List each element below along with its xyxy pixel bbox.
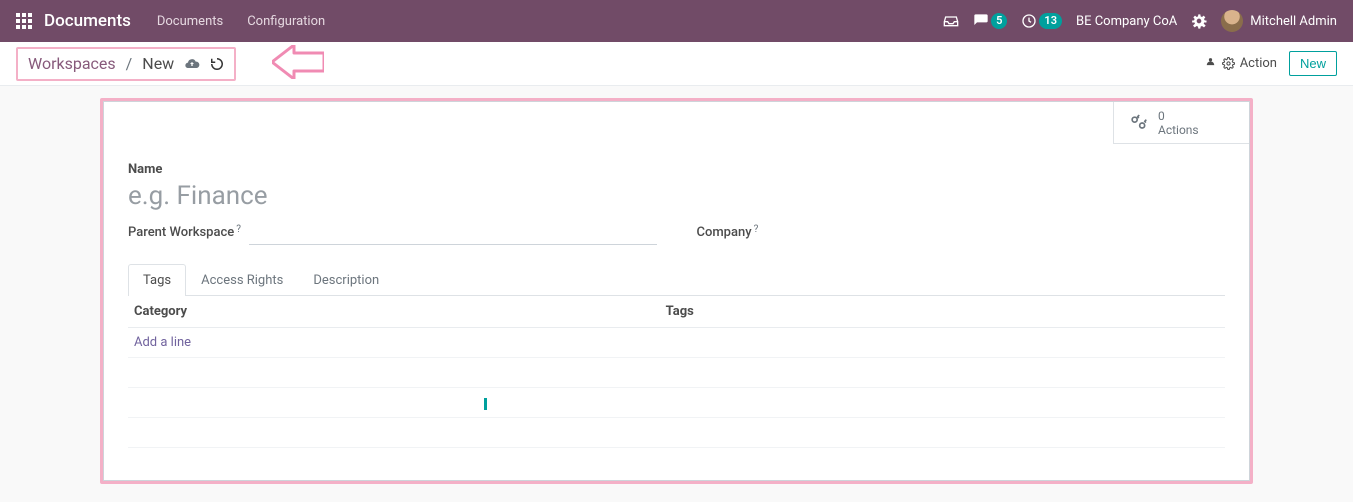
company-name[interactable]: BE Company CoA — [1076, 14, 1177, 29]
action-dropdown[interactable]: Action — [1204, 56, 1277, 71]
activities-badge: 13 — [1039, 13, 1062, 29]
add-line-link[interactable]: Add a line — [134, 335, 191, 350]
table-row — [128, 448, 1225, 478]
discard-icon[interactable] — [210, 57, 224, 71]
messages-icon[interactable]: 5 — [973, 13, 1007, 29]
tabs: Tags Access Rights Description — [128, 263, 1225, 296]
user-name: Mitchell Admin — [1250, 14, 1337, 29]
user-menu[interactable]: Mitchell Admin — [1221, 10, 1337, 32]
avatar — [1221, 10, 1243, 32]
nav-item-documents[interactable]: Documents — [157, 14, 223, 29]
action-label: Action — [1240, 56, 1277, 71]
stat-count: 0 — [1158, 109, 1199, 123]
stat-label: Actions — [1158, 123, 1199, 137]
tab-description[interactable]: Description — [298, 264, 394, 296]
top-nav: Documents Documents Configuration 5 13 B… — [0, 0, 1353, 42]
col-category: Category — [134, 304, 666, 319]
breadcrumb-separator: / — [126, 54, 133, 73]
nav-right: 5 13 BE Company CoA Mitchell Admin — [943, 10, 1337, 32]
loading-indicator — [484, 398, 487, 410]
tray-icon[interactable] — [943, 13, 959, 29]
app-brand[interactable]: Documents — [44, 11, 131, 31]
table-row — [128, 358, 1225, 388]
right-controls: Action New — [1204, 51, 1337, 76]
settings-icon[interactable] — [1191, 13, 1207, 29]
nav-menu: Documents Configuration — [157, 14, 325, 29]
new-button[interactable]: New — [1289, 51, 1337, 76]
table-row: Add a line — [128, 328, 1225, 358]
form-sheet: 0 Actions Name Parent Workspace? Company… — [103, 101, 1250, 481]
nav-item-configuration[interactable]: Configuration — [247, 14, 325, 29]
company-label: Company — [697, 225, 752, 240]
stat-actions-button[interactable]: 0 Actions — [1113, 102, 1249, 144]
help-icon[interactable]: ? — [754, 224, 759, 235]
sheet-highlight: 0 Actions Name Parent Workspace? Company… — [100, 98, 1253, 484]
tab-access-rights[interactable]: Access Rights — [186, 264, 298, 296]
sheet-body: Name Parent Workspace? Company? Tags — [104, 102, 1249, 478]
parent-workspace-input[interactable] — [249, 225, 657, 245]
save-cloud-icon[interactable] — [184, 56, 200, 72]
table-row — [128, 388, 1225, 418]
grid-header: Category Tags — [128, 296, 1225, 328]
tab-tags[interactable]: Tags — [128, 264, 186, 296]
parent-workspace-label: Parent Workspace — [128, 225, 234, 240]
name-input[interactable] — [128, 177, 1225, 219]
breadcrumb-root[interactable]: Workspaces — [28, 54, 116, 73]
help-icon[interactable]: ? — [236, 224, 241, 235]
name-label: Name — [128, 162, 1225, 177]
breadcrumb-current: New — [142, 54, 174, 73]
callout-arrow-icon — [272, 45, 324, 83]
apps-icon[interactable] — [16, 13, 32, 29]
company-input[interactable] — [766, 225, 1225, 244]
table-row — [128, 418, 1225, 448]
control-bar: Workspaces / New Action New — [0, 42, 1353, 86]
messages-badge: 5 — [991, 13, 1007, 29]
breadcrumb: Workspaces / New — [16, 47, 236, 81]
activities-icon[interactable]: 13 — [1021, 13, 1062, 29]
col-tags: Tags — [666, 304, 1219, 319]
